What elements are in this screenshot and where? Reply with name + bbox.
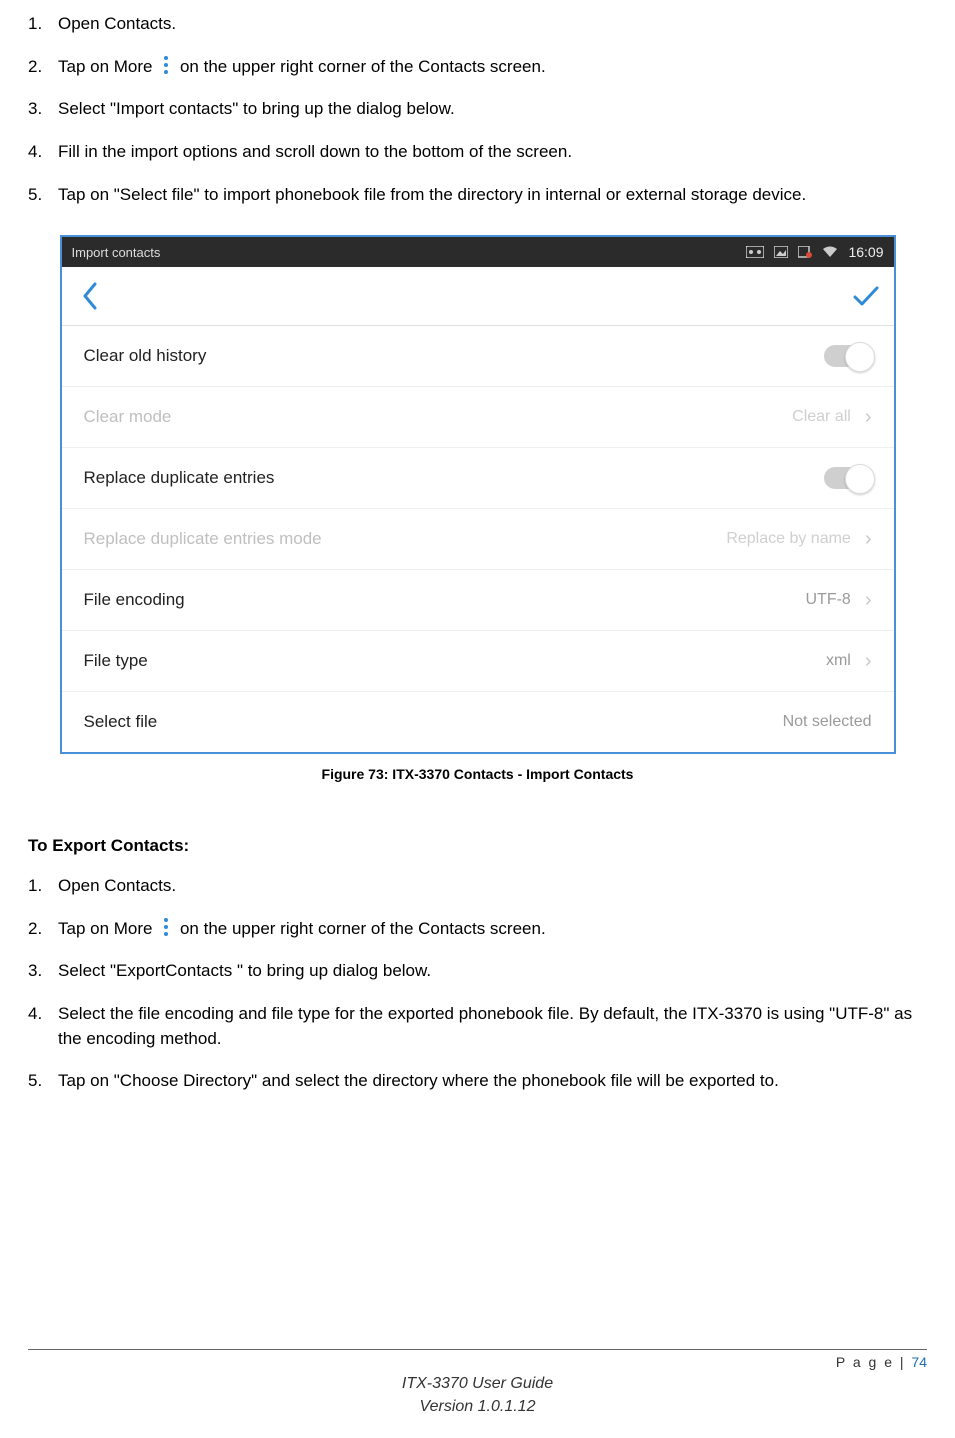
step-number: 5. [28, 1069, 58, 1094]
step-text: Tap on More on the upper right corner of… [58, 917, 927, 942]
row-value: UTF-8 [806, 591, 851, 609]
step-text: Select "ExportContacts " to bring up dia… [58, 959, 927, 984]
status-bar-time: 16:09 [848, 244, 883, 260]
step-number: 1. [28, 12, 58, 37]
status-bar-title: Import contacts [62, 245, 747, 260]
more-vertical-icon [157, 56, 175, 74]
step-text: Tap on More on the upper right corner of… [58, 55, 927, 80]
voicemail-icon [746, 246, 764, 258]
row-select-file[interactable]: Select file Not selected [62, 692, 894, 752]
step-number: 3. [28, 97, 58, 122]
row-file-type[interactable]: File type xml › [62, 631, 894, 692]
step-number: 2. [28, 917, 58, 942]
step-2-text-b: on the upper right corner of the Contact… [180, 919, 546, 938]
step-number: 4. [28, 1002, 58, 1027]
checkmark-icon [853, 286, 879, 306]
step-text: Select the file encoding and file type f… [58, 1002, 927, 1051]
step-number: 5. [28, 183, 58, 208]
step-number: 2. [28, 55, 58, 80]
import-step-5: 5. Tap on "Select file" to import phoneb… [28, 183, 927, 208]
row-label: Replace duplicate entries [84, 468, 824, 488]
row-label: File encoding [84, 590, 806, 610]
step-number: 4. [28, 140, 58, 165]
row-label: Clear old history [84, 346, 824, 366]
chevron-right-icon: › [865, 590, 872, 610]
export-step-1: 1. Open Contacts. [28, 874, 927, 899]
status-bar-icons: 16:09 [746, 244, 893, 260]
page-number: P a g e | 74 [28, 1354, 927, 1370]
step-2-text-a: Tap on More [58, 57, 153, 76]
row-value: xml [826, 652, 851, 670]
step-number: 3. [28, 959, 58, 984]
row-value: Clear all [792, 408, 851, 426]
import-step-4: 4. Fill in the import options and scroll… [28, 140, 927, 165]
row-replace-duplicate-mode[interactable]: Replace duplicate entries mode Replace b… [62, 509, 894, 570]
toggle-replace-duplicate[interactable] [824, 467, 872, 489]
figure-caption: Figure 73: ITX-3370 Contacts - Import Co… [60, 766, 896, 782]
footer-rule [28, 1349, 927, 1350]
toggle-knob [845, 464, 875, 494]
step-text: Tap on "Select file" to import phonebook… [58, 183, 927, 208]
import-steps-list: 1. Open Contacts. 2. Tap on More on the … [28, 12, 927, 207]
export-steps-list: 1. Open Contacts. 2. Tap on More on the … [28, 874, 927, 1094]
step-text: Fill in the import options and scroll do… [58, 140, 927, 165]
step-2-text-b: on the upper right corner of the Contact… [180, 57, 546, 76]
footer-center: ITX-3370 User Guide Version 1.0.1.12 [28, 1372, 927, 1418]
row-value: Replace by name [726, 530, 851, 548]
step-text: Select "Import contacts" to bring up the… [58, 97, 927, 122]
row-file-encoding[interactable]: File encoding UTF-8 › [62, 570, 894, 631]
chevron-right-icon: › [865, 651, 872, 671]
picture-icon [774, 246, 788, 258]
export-step-2: 2. Tap on More on the upper right corner… [28, 917, 927, 942]
footer-line-1: ITX-3370 User Guide [28, 1372, 927, 1395]
figure-73: Import contacts 16:09 [60, 235, 896, 782]
export-step-4: 4. Select the file encoding and file typ… [28, 1002, 927, 1051]
row-label: File type [84, 651, 826, 671]
confirm-button[interactable] [838, 286, 894, 306]
row-value: Not selected [783, 713, 872, 731]
import-contacts-screenshot: Import contacts 16:09 [60, 235, 896, 754]
step-text: Open Contacts. [58, 874, 927, 899]
page-footer: P a g e | 74 ITX-3370 User Guide Version… [28, 1349, 927, 1418]
row-replace-duplicate-entries[interactable]: Replace duplicate entries [62, 448, 894, 509]
back-button[interactable] [62, 282, 118, 310]
page-number-value: 74 [911, 1354, 927, 1370]
step-text: Open Contacts. [58, 12, 927, 37]
notification-dot-icon [798, 246, 812, 258]
chevron-right-icon: › [865, 529, 872, 549]
page-label: P a g e | [836, 1354, 912, 1370]
export-step-5: 5. Tap on "Choose Directory" and select … [28, 1069, 927, 1094]
import-step-3: 3. Select "Import contacts" to bring up … [28, 97, 927, 122]
import-step-2: 2. Tap on More on the upper right corner… [28, 55, 927, 80]
more-vertical-icon [157, 918, 175, 936]
import-step-1: 1. Open Contacts. [28, 12, 927, 37]
row-clear-mode[interactable]: Clear mode Clear all › [62, 387, 894, 448]
row-label: Clear mode [84, 407, 793, 427]
wifi-icon [822, 246, 838, 258]
step-2-text-a: Tap on More [58, 919, 153, 938]
action-bar [62, 267, 894, 326]
toggle-clear-old-history[interactable] [824, 345, 872, 367]
footer-line-2: Version 1.0.1.12 [28, 1395, 927, 1418]
export-step-3: 3. Select "ExportContacts " to bring up … [28, 959, 927, 984]
step-text: Tap on "Choose Directory" and select the… [58, 1069, 927, 1094]
step-number: 1. [28, 874, 58, 899]
chevron-left-icon [81, 282, 99, 310]
row-clear-old-history[interactable]: Clear old history [62, 326, 894, 387]
toggle-knob [845, 342, 875, 372]
row-label: Replace duplicate entries mode [84, 529, 727, 549]
android-status-bar: Import contacts 16:09 [62, 237, 894, 267]
chevron-right-icon: › [865, 407, 872, 427]
row-label: Select file [84, 712, 783, 732]
export-section-title: To Export Contacts: [28, 836, 927, 856]
